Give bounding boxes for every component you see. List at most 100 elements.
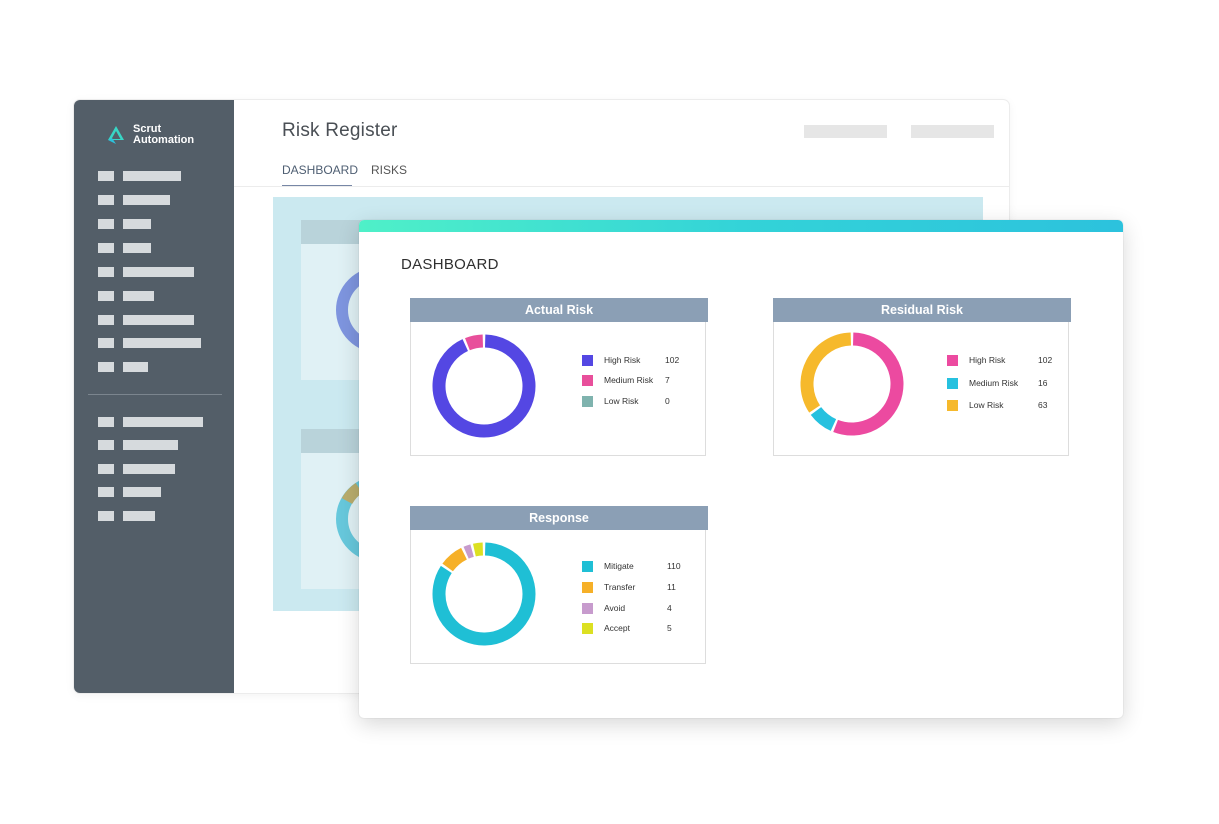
legend-item: Low Risk 63 xyxy=(947,400,1087,412)
nav-item-icon xyxy=(98,291,114,301)
legend-label: Low Risk xyxy=(969,400,1004,410)
legend-item: Medium Risk 7 xyxy=(582,375,722,387)
legend-item: Mitigate 110 xyxy=(582,561,722,573)
nav-item-icon xyxy=(98,267,114,277)
legend-label: Accept xyxy=(604,623,630,633)
legend-item: Low Risk 0 xyxy=(582,396,722,408)
panel-header: Actual Risk xyxy=(410,298,708,322)
legend-swatch xyxy=(582,355,593,366)
legend-item: Avoid 4 xyxy=(582,603,722,615)
high-risk-slice xyxy=(432,334,536,438)
accept-slice xyxy=(472,542,484,557)
medium-risk-slice xyxy=(810,406,837,431)
legend-label: Avoid xyxy=(604,603,626,613)
nav-item-icon xyxy=(98,511,114,521)
nav-item-label-placeholder xyxy=(123,195,170,205)
legend-value: 7 xyxy=(665,375,670,385)
legend-label: Transfer xyxy=(604,582,636,592)
legend-value: 110 xyxy=(667,561,681,571)
legend-value: 4 xyxy=(667,603,672,613)
actual-risk-donut-chart xyxy=(432,334,536,438)
avoid-slice xyxy=(463,544,474,559)
nav-item-label-placeholder xyxy=(123,362,148,372)
nav-item-label-placeholder xyxy=(123,315,194,325)
legend-swatch xyxy=(947,378,958,389)
legend-label: Mitigate xyxy=(604,561,634,571)
window-accent-bar xyxy=(359,220,1123,232)
page-title: Risk Register xyxy=(282,120,398,141)
legend-swatch xyxy=(582,375,593,386)
nav-item-label-placeholder xyxy=(123,338,201,348)
header-divider xyxy=(234,186,1009,187)
legend-label: Medium Risk xyxy=(969,378,1019,388)
legend-item: Transfer 11 xyxy=(582,582,722,594)
response-donut-chart xyxy=(432,542,536,646)
residual-risk-donut-chart xyxy=(800,332,904,436)
tab-risks[interactable]: RISKS xyxy=(371,163,407,177)
logo[interactable]: Scrut Automation xyxy=(106,124,213,146)
response-panel: Response Mitigate 110 Transfer 11 Avoid … xyxy=(410,506,708,664)
legend-value: 0 xyxy=(665,396,670,406)
nav-item-label-placeholder xyxy=(123,219,151,229)
legend-value: 16 xyxy=(1038,378,1048,388)
legend-item: High Risk 102 xyxy=(582,355,722,367)
ghost-donut-segment xyxy=(341,482,363,505)
legend-label: Medium Risk xyxy=(604,375,654,385)
sidebar: Scrut Automation xyxy=(74,100,234,693)
legend-value: 11 xyxy=(667,582,676,592)
nav-item-label-placeholder xyxy=(123,511,155,521)
tab-dashboard[interactable]: DASHBOARD xyxy=(282,163,358,177)
nav-item-icon xyxy=(98,487,114,497)
nav-item-label-placeholder xyxy=(123,291,154,301)
nav-item-label-placeholder xyxy=(123,243,151,253)
nav-item-icon xyxy=(98,362,114,372)
legend-label: High Risk xyxy=(604,355,641,365)
transfer-slice xyxy=(442,547,468,572)
legend-swatch xyxy=(582,396,593,407)
legend-swatch xyxy=(582,582,593,593)
legend-item: Medium Risk 16 xyxy=(947,378,1087,390)
low-risk-slice xyxy=(800,332,852,413)
scrut-logo-icon xyxy=(108,126,124,144)
legend-value: 102 xyxy=(665,355,680,365)
sidebar-divider xyxy=(88,394,222,395)
panel-header: Residual Risk xyxy=(773,298,1071,322)
nav-item-label-placeholder xyxy=(123,487,161,497)
legend-label: High Risk xyxy=(969,355,1006,365)
header-action-placeholder[interactable] xyxy=(911,125,994,138)
legend-swatch xyxy=(582,623,593,634)
nav-item-label-placeholder xyxy=(123,440,178,450)
legend-swatch xyxy=(947,400,958,411)
nav-item-icon xyxy=(98,219,114,229)
panel-header: Response xyxy=(410,506,708,530)
legend-value: 102 xyxy=(1038,355,1053,365)
nav-item-icon xyxy=(98,195,114,205)
logo-text-line2: Automation xyxy=(133,134,195,146)
nav-item-label-placeholder xyxy=(123,417,203,427)
dashboard-window: DASHBOARD Actual Risk High Risk 102 Medi… xyxy=(359,220,1123,718)
nav-item-icon xyxy=(98,464,114,474)
nav-item-icon xyxy=(98,171,114,181)
dashboard-title: DASHBOARD xyxy=(401,256,499,273)
logo-text: Scrut Automation xyxy=(133,124,213,146)
nav-item-label-placeholder xyxy=(123,464,175,474)
nav-item-icon xyxy=(98,243,114,253)
nav-item-icon xyxy=(98,440,114,450)
nav-item-icon xyxy=(98,338,114,348)
legend-swatch xyxy=(582,603,593,614)
legend-swatch xyxy=(947,355,958,366)
legend-item: Accept 5 xyxy=(582,623,722,635)
legend-item: High Risk 102 xyxy=(947,355,1087,367)
high-risk-slice xyxy=(833,332,904,436)
legend-value: 63 xyxy=(1038,400,1048,410)
nav-item-label-placeholder xyxy=(123,267,194,277)
residual-risk-panel: Residual Risk High Risk 102 Medium Risk … xyxy=(773,298,1071,456)
nav-item-icon xyxy=(98,417,114,427)
medium-risk-slice xyxy=(465,334,484,351)
header-action-placeholder[interactable] xyxy=(804,125,887,138)
nav-item-label-placeholder xyxy=(123,171,181,181)
legend-value: 5 xyxy=(667,623,672,633)
legend-swatch xyxy=(582,561,593,572)
legend-label: Low Risk xyxy=(604,396,639,406)
nav-item-icon xyxy=(98,315,114,325)
